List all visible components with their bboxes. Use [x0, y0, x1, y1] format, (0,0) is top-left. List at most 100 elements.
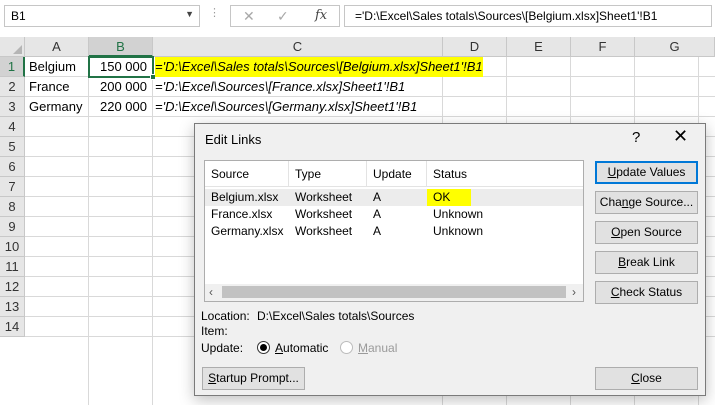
formula-bar: B1 ▼ ⋮ ✕ ✓ fx ='D:\Excel\Sales totals\So… — [0, 0, 715, 33]
link-type: Worksheet — [295, 224, 353, 238]
help-icon[interactable]: ? — [632, 129, 640, 146]
column-header-source[interactable]: Source — [205, 161, 289, 187]
cell-c1[interactable]: ='D:\Excel\Sales totals\Sources\[Belgium… — [155, 57, 483, 77]
btn-text: pen Source — [620, 225, 682, 239]
open-source-button[interactable]: Open Source — [595, 221, 698, 244]
change-source-button[interactable]: Change Source... — [595, 191, 698, 214]
update-values-button[interactable]: Update Values — [595, 161, 698, 184]
cell-c3[interactable]: ='D:\Excel\Sources\[Germany.xlsx]Sheet1'… — [155, 97, 417, 117]
btn-accesskey: B — [618, 255, 627, 269]
horizontal-scrollbar[interactable]: ‹ › — [205, 284, 583, 301]
name-box-value: B1 — [11, 9, 26, 23]
row-header-1[interactable]: 1 — [0, 57, 25, 77]
link-status: OK — [427, 189, 471, 206]
automatic-label[interactable]: Automatic — [275, 341, 328, 355]
update-label: Update: — [201, 341, 244, 355]
radio-accesskey: M — [358, 341, 368, 355]
column-header-type[interactable]: Type — [289, 161, 367, 187]
column-header-f[interactable]: F — [571, 37, 635, 57]
link-row[interactable]: Germany.xlsx Worksheet A Unknown — [205, 223, 583, 240]
link-source: Germany.xlsx — [211, 224, 284, 238]
dialog-title: Edit Links — [205, 132, 262, 147]
row-header-5[interactable]: 5 — [0, 137, 25, 157]
column-header-d[interactable]: D — [443, 37, 507, 57]
link-status: Unknown — [433, 224, 484, 238]
chevron-right-icon[interactable]: › — [572, 285, 576, 299]
name-box[interactable]: B1 ▼ — [4, 5, 200, 27]
link-update: A — [373, 190, 382, 204]
x-icon[interactable]: ✕ — [243, 8, 255, 25]
link-row[interactable]: France.xlsx Worksheet A Unknown — [205, 206, 583, 223]
btn-text: reak Link — [626, 255, 675, 269]
btn-text: lose — [639, 371, 662, 385]
cell-b2[interactable]: 200 000 — [88, 77, 147, 97]
row-header-9[interactable]: 9 — [0, 217, 25, 237]
link-type: Worksheet — [295, 190, 353, 204]
column-header-b[interactable]: B — [89, 37, 153, 57]
insert-function-button[interactable]: fx — [315, 8, 327, 23]
chevron-down-icon[interactable]: ▼ — [185, 9, 194, 19]
cell-a2[interactable]: France — [29, 77, 87, 97]
resize-handle-icon[interactable]: ⋮ — [209, 6, 220, 19]
row-header-3[interactable]: 3 — [0, 97, 25, 117]
link-source: France.xlsx — [211, 207, 273, 221]
radio-accesskey: A — [275, 341, 284, 355]
row-header-2[interactable]: 2 — [0, 77, 25, 97]
select-all-button[interactable] — [0, 37, 25, 57]
check-status-button[interactable]: Check Status — [595, 281, 698, 304]
row-header-10[interactable]: 10 — [0, 237, 25, 257]
link-update: A — [373, 224, 382, 238]
radio-text: utomatic — [283, 341, 329, 355]
link-status: Unknown — [433, 207, 484, 221]
row-header-4[interactable]: 4 — [0, 117, 25, 137]
formula-buttons: ✕ ✓ fx — [230, 5, 340, 27]
links-list[interactable]: Source Type Update Status Belgium.xlsx W… — [204, 160, 584, 302]
row-header-11[interactable]: 11 — [0, 257, 25, 277]
automatic-radio[interactable] — [257, 341, 270, 354]
row-header-14[interactable]: 14 — [0, 317, 25, 337]
column-header-a[interactable]: A — [25, 37, 89, 57]
btn-accesskey: C — [631, 371, 640, 385]
btn-accesskey: S — [208, 371, 217, 385]
column-header-update[interactable]: Update — [367, 161, 427, 187]
row-header-7[interactable]: 7 — [0, 177, 25, 197]
check-icon[interactable]: ✓ — [277, 8, 289, 25]
row-header-13[interactable]: 13 — [0, 297, 25, 317]
radio-text: anual — [368, 341, 398, 355]
startup-prompt-button[interactable]: Startup Prompt... — [202, 367, 305, 390]
column-header-e[interactable]: E — [507, 37, 571, 57]
location-label: Location: — [201, 309, 250, 323]
scrollbar-thumb[interactable] — [222, 286, 566, 298]
chevron-left-icon[interactable]: ‹ — [209, 285, 213, 299]
btn-accesskey: U — [607, 165, 617, 179]
column-header-status[interactable]: Status — [427, 161, 583, 187]
column-header-g[interactable]: G — [635, 37, 715, 57]
manual-label[interactable]: Manual — [358, 341, 397, 355]
link-update: A — [373, 207, 382, 221]
btn-text: pdate Values — [616, 165, 686, 179]
cell-b1[interactable]: 150 000 — [88, 57, 147, 77]
close-button[interactable]: Close — [595, 367, 698, 390]
cell-b3[interactable]: 220 000 — [88, 97, 147, 117]
cell-a3[interactable]: Germany — [29, 97, 87, 117]
cell-c2[interactable]: ='D:\Excel\Sources\[France.xlsx]Sheet1'!… — [155, 77, 405, 97]
link-source: Belgium.xlsx — [211, 190, 279, 204]
manual-radio[interactable] — [340, 341, 353, 354]
cell-a1[interactable]: Belgium — [29, 57, 87, 77]
btn-text: heck Status — [619, 285, 683, 299]
column-header-c[interactable]: C — [153, 37, 443, 57]
break-link-button[interactable]: Break Link — [595, 251, 698, 274]
btn-text: Cha — [599, 195, 622, 209]
row-header-6[interactable]: 6 — [0, 157, 25, 177]
location-value: D:\Excel\Sales totals\Sources — [257, 309, 415, 323]
edit-links-dialog: Edit Links ? ✕ Source Type Update Status… — [194, 123, 706, 396]
row-header-12[interactable]: 12 — [0, 277, 25, 297]
close-icon[interactable]: ✕ — [673, 126, 688, 147]
formula-input[interactable]: ='D:\Excel\Sales totals\Sources\[Belgium… — [344, 5, 712, 27]
row-header-8[interactable]: 8 — [0, 197, 25, 217]
item-label: Item: — [201, 324, 228, 338]
btn-text: ge Source... — [628, 195, 694, 209]
select-all-icon — [13, 45, 22, 54]
link-type: Worksheet — [295, 207, 353, 221]
link-row[interactable]: Belgium.xlsx Worksheet A OK — [205, 189, 583, 206]
